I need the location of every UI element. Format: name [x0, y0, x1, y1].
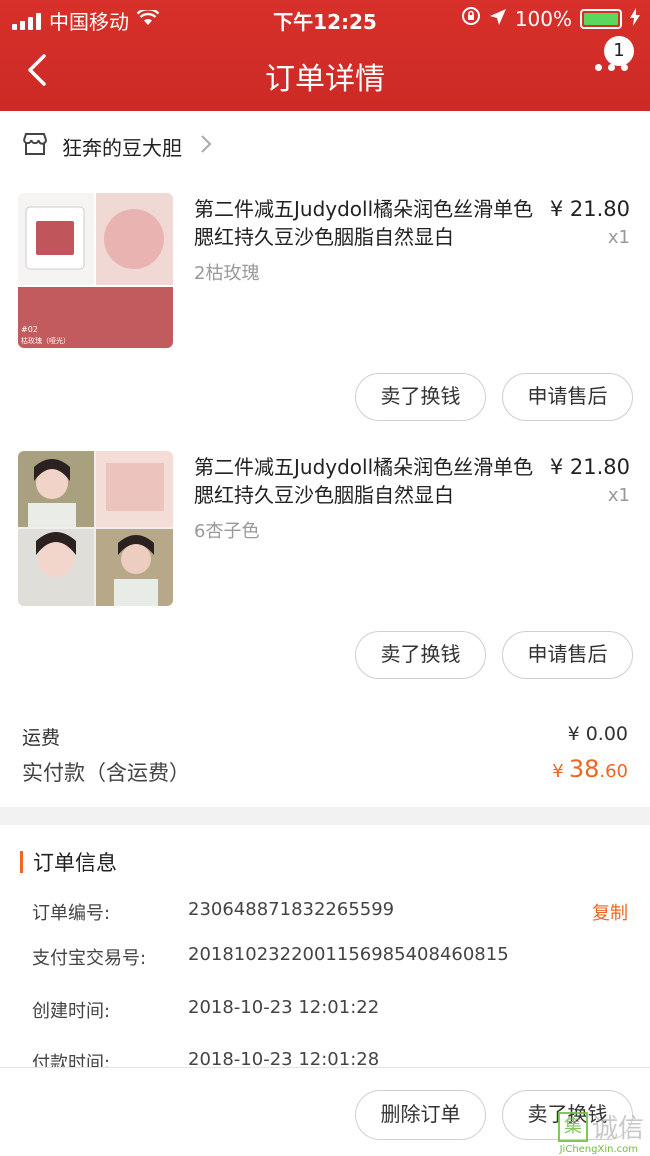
product-sku: 2枯玫瑰: [194, 263, 260, 284]
info-row-created-time: 创建时间: 2018-10-23 12:01:22: [32, 997, 628, 1027]
chevron-right-icon: [200, 134, 212, 159]
location-icon: [489, 7, 507, 31]
section-header: 订单信息: [20, 847, 117, 877]
section-title: 订单信息: [33, 851, 117, 875]
info-key: 创建时间:: [32, 1001, 111, 1022]
watermark-text: 诚信: [591, 1114, 644, 1144]
accent-bar: [20, 851, 23, 873]
product-image[interactable]: [18, 451, 173, 606]
status-bar: 中国移动 下午12:25 100%: [0, 0, 650, 36]
battery-percent: 100%: [514, 6, 572, 31]
product-sku: 6杏子色: [194, 521, 260, 542]
product-image[interactable]: #02 枯玫瑰（哑光）: [18, 193, 173, 348]
store-icon: [22, 132, 48, 161]
info-key: 订单编号:: [32, 903, 111, 924]
order-items-card: 狂奔的豆大胆 #02 枯玫瑰（哑光） 第二件减五Judydoll橘朵润色丝滑单色…: [0, 111, 650, 807]
info-row-alipay-number: 支付宝交易号: 2018102322001156985408460815: [32, 944, 628, 974]
paid-decimal: .60: [599, 761, 628, 782]
charging-icon: [630, 7, 640, 31]
sell-button[interactable]: 卖了换钱: [355, 373, 486, 421]
info-value: 2018102322001156985408460815: [188, 944, 509, 965]
nav-bar: 订单详情 1: [0, 36, 650, 108]
after-sale-button[interactable]: 申请售后: [502, 373, 633, 421]
product-title: 第二件减五Judydoll橘朵润色丝滑单色腮红持久豆沙色胭脂自然显白: [194, 197, 534, 249]
info-key: 支付宝交易号:: [32, 948, 147, 969]
product-price: ¥ 21.80: [549, 197, 630, 221]
after-sale-button[interactable]: 申请售后: [502, 631, 633, 679]
app-header: 中国移动 下午12:25 100% 订单详情 1: [0, 0, 650, 111]
watermark-icon: 集: [557, 1111, 588, 1142]
swatch-name: 枯玫瑰（哑光）: [21, 336, 70, 345]
watermark-url: JiChengXin.com: [559, 1144, 638, 1155]
product-price: ¥ 21.80: [549, 455, 630, 479]
delete-order-button[interactable]: 删除订单: [355, 1090, 486, 1140]
battery-icon: [580, 8, 622, 29]
product-quantity: x1: [607, 227, 630, 248]
info-value: 2018-10-23 12:01:22: [188, 997, 380, 1018]
swatch-code: #02: [21, 325, 38, 334]
order-item[interactable]: #02 枯玫瑰（哑光） 第二件减五Judydoll橘朵润色丝滑单色腮红持久豆沙色…: [0, 193, 650, 433]
status-right: 100%: [461, 6, 640, 31]
shipping-value: ¥ 0.00: [567, 723, 628, 745]
order-item[interactable]: 第二件减五Judydoll橘朵润色丝滑单色腮红持久豆沙色胭脂自然显白 6杏子色 …: [0, 451, 650, 691]
shop-name: 狂奔的豆大胆: [62, 135, 182, 160]
rotation-lock-icon: [461, 6, 481, 31]
info-value: 230648871832265599: [188, 899, 395, 920]
notification-badge: 1: [604, 36, 634, 66]
shop-link[interactable]: 狂奔的豆大胆: [22, 131, 212, 161]
copy-button[interactable]: 复制: [592, 899, 628, 925]
watermark: 集 诚信: [557, 1108, 644, 1145]
paid-integer: 38: [568, 755, 600, 783]
page-title: 订单详情: [265, 62, 385, 97]
more-dot-icon: [595, 64, 602, 71]
product-quantity: x1: [607, 485, 630, 506]
currency-symbol: ¥: [552, 761, 564, 782]
info-row-order-number: 订单编号: 230648871832265599 复制: [32, 899, 628, 929]
sell-button[interactable]: 卖了换钱: [355, 631, 486, 679]
bottom-action-bar: 删除订单 卖了换钱 集 诚信 JiChengXin.com: [0, 1067, 650, 1156]
shipping-label: 运费: [22, 727, 61, 749]
paid-label: 实付款（含运费）: [22, 761, 190, 785]
product-title: 第二件减五Judydoll橘朵润色丝滑单色腮红持久豆沙色胭脂自然显白: [194, 455, 534, 507]
paid-amount: ¥ 38.60: [552, 755, 628, 783]
